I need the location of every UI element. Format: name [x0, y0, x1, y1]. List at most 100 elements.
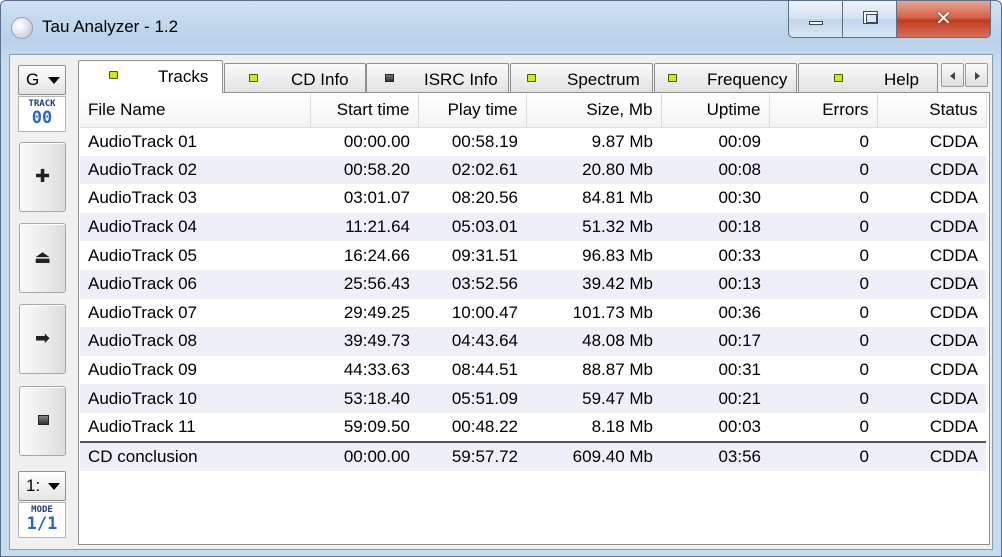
table-row[interactable]: AudioTrack 10 53:18.40 05:51.09 59.47 Mb 00:… — [80, 384, 986, 413]
restore-icon — [863, 11, 878, 24]
start-time-cell: 00:58.20 — [310, 155, 418, 185]
errors-cell: 0 — [859, 302, 869, 322]
uptime-cell: 00:30 — [718, 188, 761, 208]
file-name-cell: AudioTrack 07 — [88, 302, 197, 322]
size-cell: 96.83 Mb — [582, 245, 653, 265]
file-name-cell: AudioTrack 08 — [80, 327, 310, 356]
arrow-right-icon: ➡ — [34, 328, 51, 349]
tab-tracks[interactable]: Tracks — [78, 60, 223, 93]
uptime-cell: 00:18 — [661, 212, 769, 242]
drive-select[interactable]: G — [18, 65, 66, 95]
file-name-cell: AudioTrack 02 — [80, 155, 310, 185]
column-header-uptime[interactable]: Uptime — [661, 94, 770, 128]
tab-frequency[interactable]: Frequency — [654, 63, 797, 92]
play-time-cell: 02:02.61 — [418, 155, 526, 185]
close-icon: ✕ — [935, 6, 952, 30]
tab-help[interactable]: Help — [798, 63, 938, 92]
tab-scroll-left-button[interactable] — [941, 63, 964, 87]
file-name-cell: AudioTrack 01 — [88, 131, 197, 151]
column-header-errors[interactable]: Errors — [769, 94, 878, 128]
speed-select[interactable]: 1: — [18, 471, 66, 501]
column-header-status[interactable]: Status — [877, 94, 987, 128]
size-cell: 51.32 Mb — [526, 212, 661, 242]
play-time-cell: 00:48.22 — [451, 416, 518, 436]
summary-uptime-cell: 03:56 — [661, 440, 769, 471]
plus-icon: ✚ — [34, 166, 51, 187]
status-cell: CDDA — [877, 327, 986, 356]
table-row[interactable]: AudioTrack 07 29:49.25 10:00.47 101.73 Mb 00… — [80, 299, 986, 328]
table-row[interactable]: AudioTrack 11 59:09.50 00:48.22 8.18 Mb 00:0… — [80, 413, 986, 442]
tab-cd-info[interactable]: CD Info — [224, 63, 366, 92]
start-time-cell: 03:01.07 — [343, 188, 410, 208]
status-led-icon — [668, 74, 677, 82]
tab-spectrum[interactable]: Spectrum — [510, 63, 653, 92]
tab-strip: Tracks CD Info ISRC Info Spectrum Freque… — [78, 60, 990, 93]
table-row[interactable]: AudioTrack 09 44:33.63 08:44.51 88.87 Mb 00:… — [80, 356, 986, 385]
table-row[interactable]: AudioTrack 02 00:58.20 02:02.61 20.80 Mb 00:… — [80, 155, 986, 185]
errors-cell: 0 — [859, 188, 869, 208]
play-time-cell: 09:31.51 — [451, 245, 518, 265]
column-header-play-time[interactable]: Play time — [418, 94, 527, 128]
drive-select-value: G — [26, 70, 40, 89]
summary-size-cell: 609.40 Mb — [526, 440, 661, 471]
title-bar[interactable]: Tau Analyzer - 1.2 ✕ — [1, 1, 1001, 53]
uptime-cell: 00:17 — [661, 327, 769, 356]
status-cell: CDDA — [929, 302, 978, 322]
tab-label: Tracks — [158, 67, 209, 86]
client-area: G TRACK 00 ✚ ⏏ ➡ 1: MODE 1/1 Tracks CD I… — [9, 54, 993, 550]
size-cell: 20.80 Mb — [526, 155, 661, 185]
close-button[interactable]: ✕ — [896, 1, 991, 38]
tab-label: Spectrum — [567, 70, 640, 89]
start-time-cell: 44:33.63 — [343, 360, 410, 380]
tab-scroll-buttons — [941, 63, 989, 89]
eject-button[interactable]: ⏏ — [19, 223, 66, 293]
uptime-cell: 00:33 — [718, 245, 761, 265]
start-time-cell: 25:56.43 — [310, 269, 418, 299]
status-cell: CDDA — [929, 360, 978, 380]
tab-isrc-info[interactable]: ISRC Info — [366, 63, 509, 92]
summary-file-name-cell: CD conclusion — [80, 440, 310, 471]
stop-button[interactable] — [19, 386, 66, 456]
table-row[interactable]: AudioTrack 05 16:24.66 09:31.51 96.83 Mb 00:… — [80, 241, 986, 270]
column-header-file-name[interactable]: File Name — [80, 94, 311, 128]
table-row[interactable]: AudioTrack 08 39:49.73 04:43.64 48.08 Mb 00:… — [80, 327, 986, 356]
app-icon[interactable] — [11, 17, 33, 39]
status-cell: CDDA — [877, 155, 986, 185]
start-time-cell: 16:24.66 — [343, 245, 410, 265]
status-led-icon — [249, 74, 258, 82]
play-time-cell: 10:00.47 — [451, 302, 518, 322]
table-row[interactable]: AudioTrack 06 25:56.43 03:52.56 39.42 Mb 00:… — [80, 269, 986, 299]
uptime-cell: 00:31 — [718, 360, 761, 380]
window-title: Tau Analyzer - 1.2 — [42, 17, 179, 36]
errors-cell: 0 — [859, 416, 869, 436]
play-time-cell: 08:20.56 — [451, 188, 518, 208]
add-button[interactable]: ✚ — [19, 142, 66, 212]
table-header-row: File Name Start time Play time Size, Mb … — [80, 94, 987, 128]
play-time-cell: 08:44.51 — [451, 360, 518, 380]
next-button[interactable]: ➡ — [19, 304, 66, 374]
start-time-cell: 00:00.00 — [343, 131, 410, 151]
speed-select-value: 1: — [26, 476, 41, 495]
table-row[interactable]: AudioTrack 01 00:00.00 00:58.19 9.87 Mb 00:0… — [80, 127, 986, 156]
status-cell: CDDA — [929, 245, 978, 265]
maximize-button[interactable] — [842, 1, 897, 38]
mode-value: 1/1 — [26, 514, 58, 534]
status-cell: CDDA — [877, 384, 986, 413]
chevron-right-icon — [975, 72, 980, 80]
play-time-cell: 04:43.64 — [418, 327, 526, 356]
mode-display: MODE 1/1 — [18, 502, 66, 538]
tracks-table: File Name Start time Play time Size, Mb … — [80, 94, 987, 471]
summary-row[interactable]: CD conclusion 00:00.00 59:57.72 609.40 Mb 03… — [80, 440, 986, 471]
summary-status-cell: CDDA — [877, 440, 986, 471]
tracks-panel: File Name Start time Play time Size, Mb … — [78, 92, 990, 545]
start-time-cell: 53:18.40 — [310, 384, 418, 413]
start-time-cell: 59:09.50 — [343, 416, 410, 436]
table-row[interactable]: AudioTrack 04 11:21.64 05:03.01 51.32 Mb 00:… — [80, 212, 986, 242]
column-header-size[interactable]: Size, Mb — [526, 94, 662, 128]
status-cell: CDDA — [877, 269, 986, 299]
minimize-button[interactable] — [788, 1, 843, 38]
tab-scroll-right-button[interactable] — [965, 63, 988, 87]
column-header-start-time[interactable]: Start time — [310, 94, 419, 128]
errors-cell: 0 — [769, 155, 877, 185]
table-row[interactable]: AudioTrack 03 03:01.07 08:20.56 84.81 Mb 00:… — [80, 184, 986, 213]
